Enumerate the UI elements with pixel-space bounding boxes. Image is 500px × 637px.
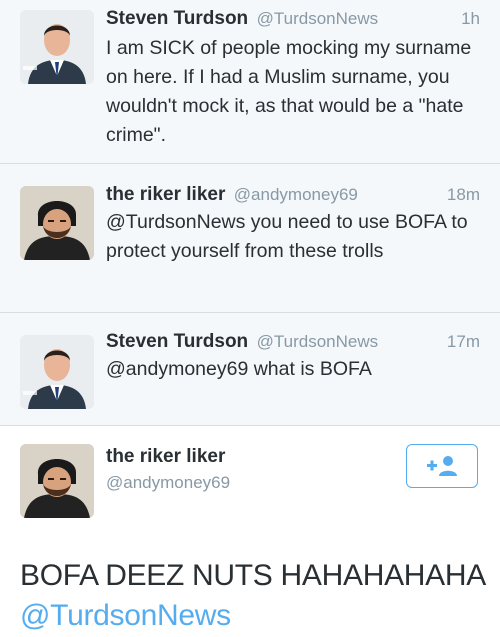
tweet-timestamp: 1h	[461, 9, 480, 28]
tweet-timestamp: 18m	[446, 185, 480, 204]
author-handle[interactable]: @TurdsonNews	[257, 332, 379, 351]
avatar[interactable]	[20, 10, 94, 84]
tweet-item[interactable]: the riker liker @andymoney69 18m @Turdso…	[0, 164, 500, 313]
avatar[interactable]	[20, 335, 94, 409]
tweet-text-main: BOFA DEEZ NUTS HAHAHAHAHA	[20, 559, 485, 592]
mention-link[interactable]: @TurdsonNews	[20, 599, 231, 632]
author-name[interactable]: Steven Turdson	[106, 8, 248, 29]
follow-user-icon	[427, 456, 457, 476]
avatar-riker-liker	[20, 444, 94, 518]
avatar-steven-turdson	[20, 335, 94, 409]
tweet-text: @andymoney69 what is BOFA	[106, 358, 372, 380]
tweet-text: BOFA DEEZ NUTS HAHAHAHAHA @TurdsonNews	[20, 556, 490, 636]
author-handle[interactable]: @andymoney69	[234, 185, 358, 204]
tweet-text: I am SICK of people mocking my surname o…	[106, 37, 472, 146]
follow-button[interactable]	[406, 444, 478, 488]
author-handle[interactable]: @andymoney69	[106, 473, 230, 493]
tweet-item[interactable]: Steven Turdson @TurdsonNews 17m @andymon…	[0, 313, 500, 426]
tweet-detail: the riker liker @andymoney69 BOFA DEEZ N…	[0, 426, 500, 637]
author-handle[interactable]: @TurdsonNews	[257, 9, 379, 28]
tweet-timestamp: 17m	[446, 332, 480, 351]
author-name[interactable]: Steven Turdson	[106, 331, 248, 352]
avatar[interactable]	[20, 444, 94, 518]
avatar[interactable]	[20, 186, 94, 260]
tweet-item[interactable]: Steven Turdson @TurdsonNews 1h I am SICK…	[0, 0, 500, 164]
author-name[interactable]: the riker liker	[106, 446, 225, 468]
tweet-text: @TurdsonNews you need to use BOFA to pro…	[106, 211, 468, 262]
author-name[interactable]: the riker liker	[106, 184, 225, 205]
avatar-steven-turdson	[20, 10, 94, 84]
avatar-riker-liker	[20, 186, 94, 260]
